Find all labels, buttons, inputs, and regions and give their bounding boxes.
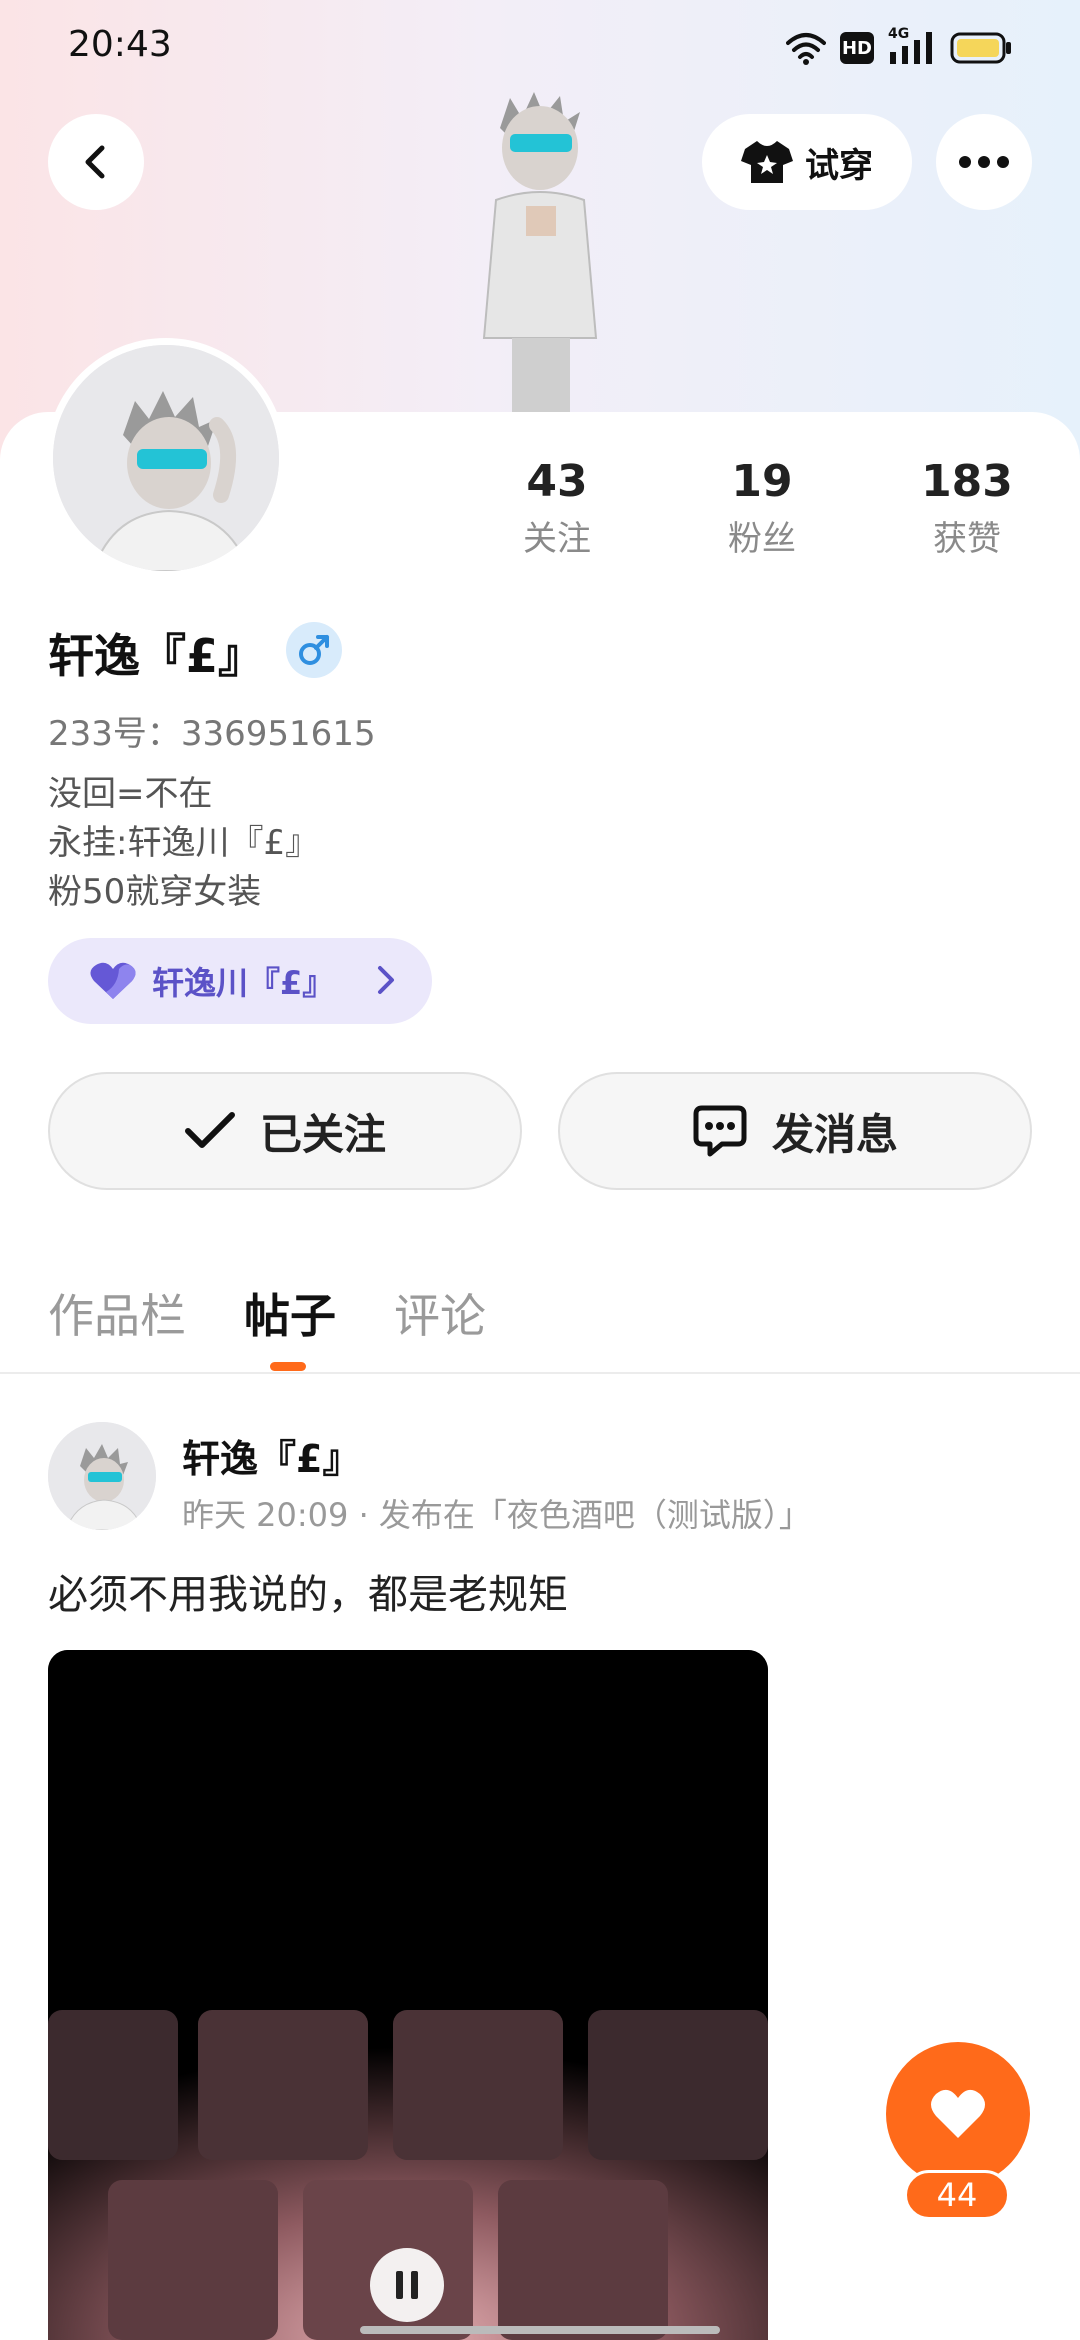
bio-line: 粉50就穿女装 (48, 872, 262, 912)
stat-followers[interactable]: 19 粉丝 (677, 456, 847, 560)
chevron-left-icon (85, 145, 105, 179)
fan-badge-chip[interactable]: 轩逸川『£』 (48, 938, 432, 1024)
stat-likes-value: 183 (921, 456, 1013, 507)
following-button[interactable]: 已关注 (48, 1072, 522, 1190)
try-on-label: 试穿 (805, 145, 873, 186)
status-bar: 20:43 HD 4G (0, 0, 1080, 96)
status-icons: HD 4G (786, 26, 1012, 68)
profile-name: 轩逸『£』 (48, 629, 265, 683)
check-icon (184, 1112, 235, 1148)
stat-likes[interactable]: 183 获赞 (882, 456, 1052, 560)
bio-line: 永挂:轩逸川『£』 (48, 823, 320, 863)
tab-divider (0, 1372, 1080, 1374)
avatar-character-image (430, 88, 650, 418)
back-button[interactable] (48, 114, 144, 210)
following-label: 已关注 (259, 1109, 386, 1159)
stat-followers-value: 19 (731, 456, 793, 507)
more-button[interactable] (936, 114, 1032, 210)
avatar-image (53, 345, 279, 571)
post-meta[interactable]: 昨天 20:09 · 发布在「夜色酒吧（测试版）」 (182, 1490, 811, 1536)
chat-bubble-icon (693, 1105, 747, 1157)
post-author-avatar[interactable] (48, 1422, 156, 1530)
cellular-4g-icon: 4G (888, 26, 936, 66)
like-button[interactable] (886, 2042, 1030, 2186)
stat-likes-label: 获赞 (933, 519, 1001, 559)
post-text: 必须不用我说的，都是老规矩 (48, 1572, 568, 1618)
battery-icon (950, 32, 1011, 64)
stat-following-value: 43 (526, 456, 588, 507)
status-time: 20:43 (68, 24, 172, 65)
hd-label: HD (841, 37, 872, 59)
fan-badge-label: 轩逸川『£』 (152, 964, 335, 1002)
pause-icon (396, 2271, 418, 2299)
profile-uid[interactable]: 233号：336951615 (48, 706, 376, 755)
post-author-name[interactable]: 轩逸『£』 (182, 1428, 360, 1483)
tab-active-indicator (270, 1362, 306, 1371)
tshirt-icon (741, 141, 793, 183)
wifi-icon (786, 33, 826, 65)
send-message-button[interactable]: 发消息 (558, 1072, 1032, 1190)
profile-bio: 没回=不在 永挂:轩逸川『£』 粉50就穿女装 (48, 770, 319, 917)
try-on-button[interactable]: 试穿 (702, 114, 912, 210)
heart-icon (931, 2089, 985, 2138)
stat-following-label: 关注 (523, 519, 591, 559)
male-icon (286, 622, 342, 678)
stat-followers-label: 粉丝 (728, 519, 796, 559)
bio-line: 没回=不在 (48, 774, 213, 814)
video-frame (48, 1650, 768, 2340)
send-message-label: 发消息 (771, 1109, 898, 1159)
tab-comments[interactable]: 评论 (394, 1280, 486, 1346)
tab-works[interactable]: 作品栏 (48, 1280, 186, 1346)
home-indicator (360, 2326, 720, 2334)
more-horizontal-icon (959, 156, 1009, 168)
profile-avatar[interactable] (46, 338, 286, 578)
tab-posts[interactable]: 帖子 (244, 1280, 336, 1346)
chevron-right-icon (378, 966, 394, 994)
stat-following[interactable]: 43 关注 (472, 456, 642, 560)
heart-icon (90, 962, 136, 999)
hd-icon: HD (840, 32, 874, 64)
like-count: 44 (904, 2170, 1010, 2220)
post-video[interactable] (48, 1650, 768, 2340)
pause-button[interactable] (370, 2248, 444, 2322)
